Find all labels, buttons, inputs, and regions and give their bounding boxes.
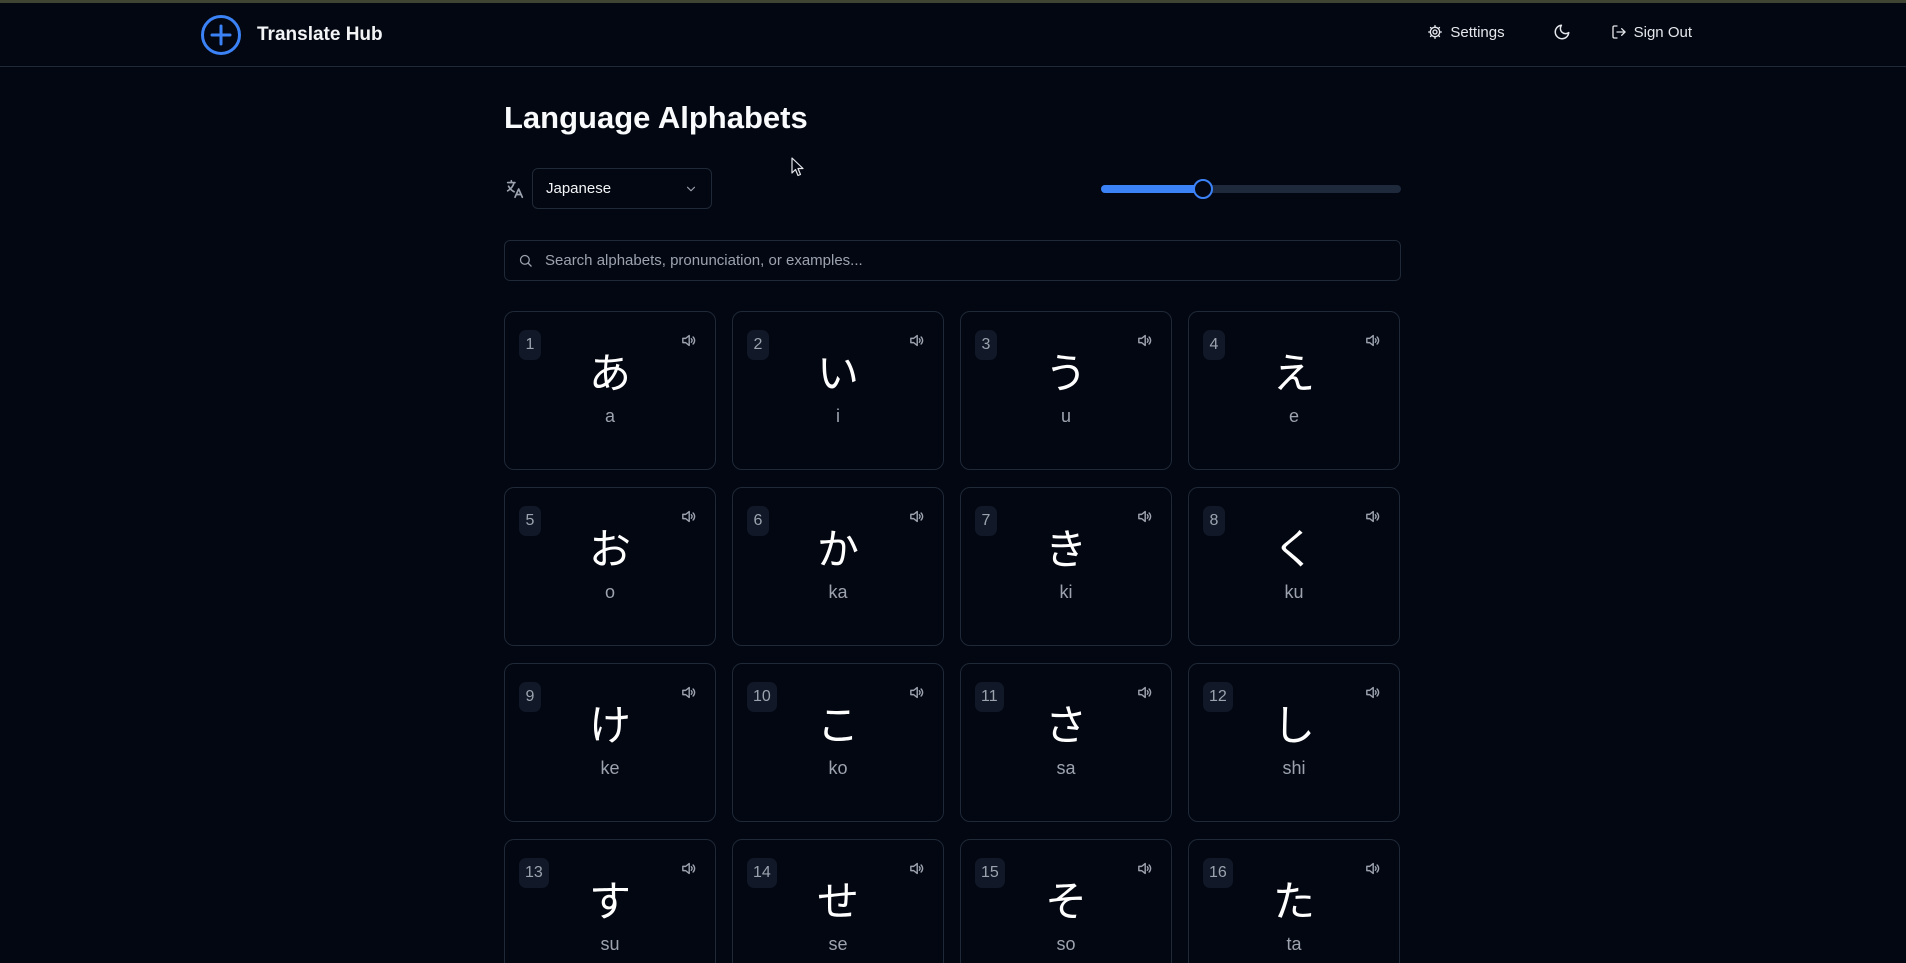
mouse-cursor-icon (791, 157, 804, 177)
pronunciation-label: a (604, 406, 615, 426)
pronunciation-label: ta (1286, 934, 1302, 954)
alphabet-character: か (816, 525, 859, 574)
sign-out-button[interactable]: Sign Out (1611, 24, 1692, 41)
alphabet-card[interactable]: 4えe (1188, 311, 1400, 470)
alphabet-card[interactable]: 5おo (504, 487, 716, 646)
alphabet-card[interactable]: 3うu (960, 311, 1172, 470)
alphabet-card[interactable]: 13 す su (504, 839, 716, 963)
pronunciation-label: shi (1282, 758, 1306, 778)
size-slider[interactable] (1101, 179, 1401, 199)
alphabet-character: く (1272, 525, 1315, 574)
alphabet-character: し (1272, 701, 1315, 750)
alphabet-character: い (816, 349, 859, 398)
alphabet-card[interactable]: 15 そ so (960, 839, 1172, 963)
alphabet-character: こ (816, 701, 859, 750)
pronunciation-label: e (1288, 406, 1299, 426)
alphabet-card[interactable]: 7 き ki (960, 487, 1172, 646)
search-input[interactable] (545, 252, 1365, 269)
translate-icon (506, 179, 524, 198)
alphabet-character: す (588, 877, 631, 926)
app-title: Translate Hub (257, 24, 383, 45)
alphabet-character: た (1272, 877, 1315, 926)
alphabet-character: け (588, 701, 631, 750)
pronunciation-label: u (1060, 406, 1071, 426)
alphabet-character: あ (588, 349, 631, 398)
pronunciation-label: i (836, 406, 840, 426)
alphabet-character: う (1044, 349, 1087, 398)
slider-fill (1101, 185, 1203, 193)
language-select-value: Japanese (546, 180, 612, 197)
alphabet-card[interactable]: 6 か ka (732, 487, 944, 646)
pronunciation-label: su (600, 934, 620, 954)
alphabet-character: せ (816, 877, 859, 926)
alphabet-card[interactable]: 10 こ ko (732, 663, 944, 822)
pronunciation-label: so (1056, 934, 1076, 954)
pronunciation-label: ko (828, 758, 848, 778)
alphabet-character: そ (1044, 877, 1087, 926)
sign-out-icon (1611, 25, 1626, 39)
language-select[interactable]: Japanese (532, 168, 712, 209)
alphabet-character: き (1044, 525, 1087, 574)
language-row: Japanese (504, 168, 712, 209)
pronunciation-label: ki (1059, 582, 1073, 602)
alphabet-card[interactable]: 12 し shi (1188, 663, 1400, 822)
pronunciation-label: ka (828, 582, 848, 602)
alphabet-card[interactable]: 8 く ku (1188, 487, 1400, 646)
alphabet-character: え (1272, 349, 1315, 398)
plus-circle-icon (201, 15, 241, 55)
app-logo[interactable]: Translate Hub (200, 14, 383, 56)
alphabet-character: お (588, 525, 631, 574)
chevron-down-icon (686, 186, 696, 191)
alphabet-character: さ (1044, 701, 1087, 750)
settings-button[interactable]: Settings (1427, 23, 1505, 41)
pronunciation-label: se (828, 934, 848, 954)
gear-icon (1428, 25, 1443, 39)
sign-out-label: Sign Out (1633, 23, 1692, 41)
pronunciation-label: sa (1056, 758, 1076, 778)
pronunciation-label: o (604, 582, 615, 602)
app-header: Translate Hub Settings Sign Out (0, 3, 1906, 67)
slider-thumb[interactable] (1193, 179, 1213, 199)
moon-icon (1554, 24, 1570, 40)
alphabet-card[interactable]: 11 さ sa (960, 663, 1172, 822)
alphabet-card[interactable]: 9 け ke (504, 663, 716, 822)
alphabet-card[interactable]: 1あa (504, 311, 716, 470)
alphabet-card[interactable]: 14 せ se (732, 839, 944, 963)
settings-label: Settings (1450, 23, 1505, 41)
search-bar (504, 240, 1401, 281)
page-title: Language Alphabets (504, 100, 808, 135)
pronunciation-label: ke (600, 758, 620, 778)
theme-toggle-button[interactable] (1553, 23, 1571, 41)
pronunciation-label: ku (1284, 582, 1304, 602)
alphabet-card[interactable]: 2いi (732, 311, 944, 470)
alphabet-card[interactable]: 16 た ta (1188, 839, 1400, 963)
header-nav: Settings Sign Out (1427, 23, 1692, 41)
search-icon (519, 254, 532, 267)
alphabet-grid: 1 あ a 2 い i 3 う u 4 え e 5 お o 6 か ka 7 き ki 8 く ku 9 け ke 10 こ ko 11 さ s… (504, 311, 1400, 963)
